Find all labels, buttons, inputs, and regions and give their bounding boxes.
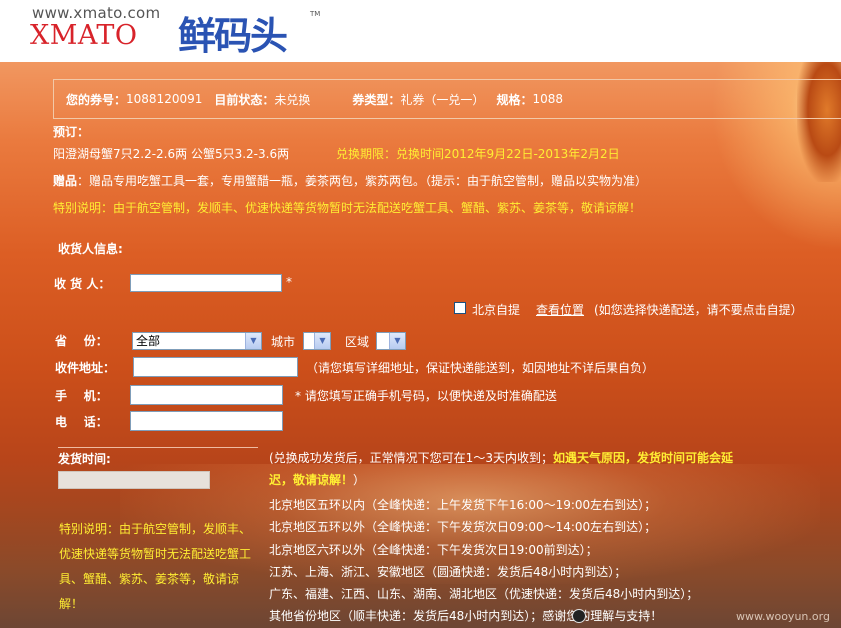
pickup-label: 北京自提	[472, 303, 521, 317]
voucher-info-bar: 您的券号： 1088120091 目前状态： 未兑换 券类型： 礼券（一兑一） …	[53, 79, 841, 119]
logo-brand-cn: 鲜码头	[178, 14, 288, 58]
mobile-hint: * 请您填写正确手机号码，以便快递及时准确配送	[295, 389, 557, 403]
recipient-section-title: 收货人信息:	[58, 242, 123, 256]
shipping-notice-bold-1: 如遇天气原因，发货时间可能会延	[552, 451, 733, 465]
shipping-rule-item: 北京地区五环以外（全峰快递：下午发货次日09:00～14:00左右到达）；	[269, 520, 657, 534]
voucher-number-value: 1088120091	[126, 92, 203, 106]
logo-trademark: TM	[310, 10, 321, 18]
city-label: 城市	[271, 335, 296, 349]
gift-label: 赠品	[53, 174, 78, 188]
shipping-rule-item: 其他省份地区（顺丰快递：发货后48小时内到达）；感谢您的理解与支持！	[269, 609, 663, 623]
city-select[interactable]: ▼	[303, 332, 331, 350]
district-select[interactable]: ▼	[376, 332, 406, 350]
address-hint: （请您填写详细地址，保证快递能送到，如因地址不详后果自负）	[306, 361, 655, 375]
voucher-type-label: 券类型：	[352, 92, 401, 107]
order-product: 阳澄湖母蟹7只2.2-2.6两 公蟹5只3.2-3.6两	[53, 147, 290, 161]
spec-value: 1088	[532, 92, 563, 106]
chevron-down-icon: ▼	[314, 333, 330, 349]
status-label: 目前状态：	[214, 92, 275, 107]
voucher-type-value: 礼券（一兑一）	[400, 92, 485, 107]
pickup-hint: (如您选择快递配送，请不要点击自提）	[594, 303, 803, 317]
province-select-value: 全部	[136, 334, 161, 348]
watermark-logo-icon	[572, 609, 586, 623]
shipping-notice-normal: (兑换成功发货后，正常情况下您可在1～3天内收到；	[269, 451, 553, 465]
shipping-rule-item: 广东、福建、江西、山东、湖南、湖北地区（优速快递：发货后48小时内到达）；	[269, 587, 699, 601]
province-select[interactable]: 全部 ▼	[132, 332, 262, 350]
mobile-input[interactable]	[130, 385, 283, 405]
phone-label: 电 话：	[55, 415, 108, 429]
shipping-time-title: 发货时间:	[58, 452, 111, 466]
shipping-notice-line2: 迟，敬请谅解！）	[269, 471, 365, 488]
shipping-rule-item: 江苏、上海、浙江、安徽地区（圆通快递：发货后48小时内到达）；	[269, 565, 627, 579]
gift-text: ：赠品专用吃蟹工具一套，专用蟹醋一瓶，姜茶两包，紫苏两包。（提示：由于航空管制，…	[77, 174, 648, 188]
view-location-link[interactable]: 查看位置	[536, 301, 584, 318]
shipping-notice-end: ）	[353, 473, 366, 487]
address-label: 收件地址：	[55, 361, 116, 375]
shipping-time-field[interactable]	[58, 471, 210, 489]
recipient-label: 收 货 人：	[54, 277, 111, 291]
shipping-special-note: 特别说明：由于航空管制，发顺丰、优速快递等货物暂时无法配送吃蟹工具、蟹醋、紫苏、…	[59, 522, 252, 611]
logo-brand-en: XMATO	[30, 20, 138, 51]
chevron-down-icon: ▼	[245, 333, 261, 349]
recipient-input[interactable]	[130, 274, 282, 292]
status-value: 未兑换	[274, 92, 311, 107]
order-period: 兑换期限：兑换时间2012年9月22日-2013年2月2日	[336, 147, 620, 161]
address-input[interactable]	[133, 357, 298, 377]
recipient-required-mark: *	[286, 275, 292, 289]
section-divider	[58, 447, 258, 448]
pickup-checkbox[interactable]	[454, 302, 466, 314]
shipping-rule-item: 北京地区五环以内（全峰快递：上午发货下午16:00～19:00左右到达）；	[269, 498, 657, 512]
order-title: 预订：	[53, 125, 90, 139]
phone-input[interactable]	[130, 411, 283, 431]
mobile-label: 手 机：	[55, 389, 108, 403]
province-label: 省 份：	[55, 334, 108, 348]
shipping-rule-item: 北京地区六环以外（全峰快递：下午发货次日19:00前到达）；	[269, 543, 598, 557]
order-special-note: 特别说明：由于航空管制，发顺丰、优速快递等货物暂时无法配送吃蟹工具、蟹醋、紫苏、…	[53, 201, 642, 215]
chevron-down-icon: ▼	[389, 333, 405, 349]
spec-label: 规格：	[496, 92, 533, 107]
site-header: www.xmato.com XMATO 鲜码头 TM	[0, 0, 841, 62]
shipping-notice-line1: (兑换成功发货后，正常情况下您可在1～3天内收到；如遇天气原因，发货时间可能会延	[269, 449, 733, 466]
voucher-number-label: 您的券号：	[66, 92, 127, 107]
voucher-redeem-panel: 您的券号： 1088120091 目前状态： 未兑换 券类型： 礼券（一兑一） …	[0, 62, 841, 628]
shipping-notice-bold-2: 迟，敬请谅解！	[269, 473, 354, 487]
district-label: 区域	[345, 335, 370, 349]
watermark-text: www.wooyun.org	[736, 610, 830, 623]
gift-line: 赠品：赠品专用吃蟹工具一套，专用蟹醋一瓶，姜茶两包，紫苏两包。（提示：由于航空管…	[53, 172, 647, 189]
